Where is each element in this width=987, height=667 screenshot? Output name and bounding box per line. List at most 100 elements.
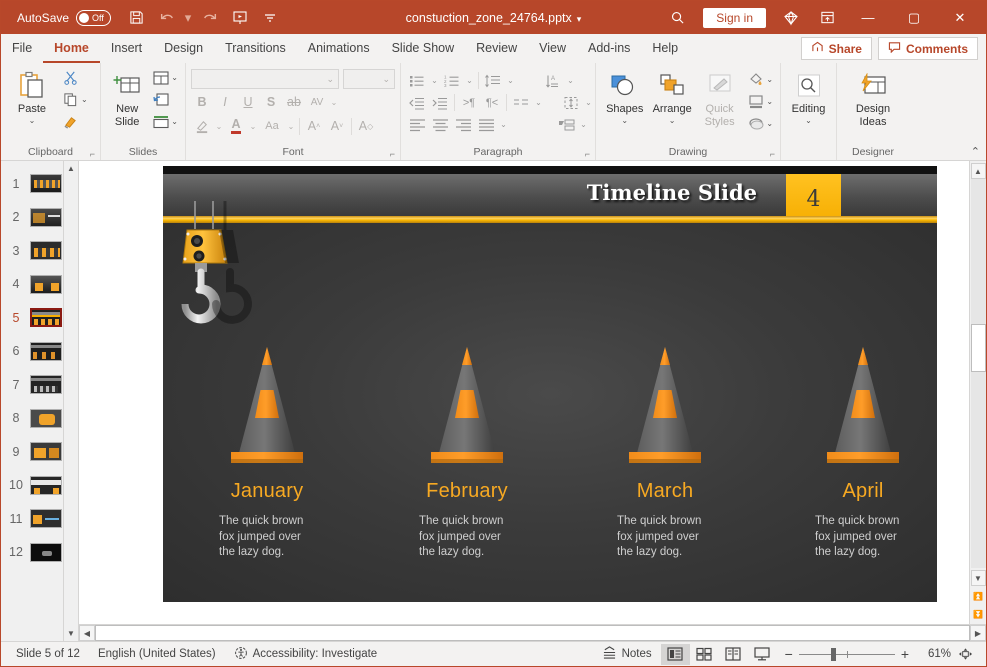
scroll-right-icon[interactable]: ▶ — [970, 625, 986, 641]
slide-canvas[interactable]: Timeline Slide 4 January The quick brown… — [79, 161, 969, 624]
zoom-track[interactable] — [798, 647, 895, 661]
font-size-input[interactable]: ⌄ — [343, 69, 395, 89]
underline-button[interactable]: U — [237, 91, 259, 113]
justify-icon[interactable] — [475, 114, 497, 135]
paragraph-dialog-launcher[interactable]: ⌐ — [585, 149, 590, 159]
language-indicator[interactable]: English (United States) — [89, 648, 225, 660]
font-name-input[interactable]: ⌄ — [191, 69, 339, 89]
close-button[interactable]: ✕ — [938, 2, 982, 34]
cut-button[interactable] — [60, 67, 90, 88]
scrollbar-thumb[interactable] — [970, 324, 986, 372]
change-case-button[interactable]: Aa — [259, 115, 285, 137]
slide-show-icon[interactable] — [748, 644, 777, 665]
tab-slide-show[interactable]: Slide Show — [381, 34, 466, 63]
timeline-column-2[interactable]: February The quick brown fox jumped over… — [383, 341, 551, 561]
italic-button[interactable]: I — [214, 91, 236, 113]
tab-transitions[interactable]: Transitions — [214, 34, 297, 63]
previous-slide-icon[interactable]: ⏫ — [971, 588, 986, 604]
search-icon[interactable] — [659, 2, 695, 34]
scrollbar-track[interactable] — [970, 179, 986, 568]
columns-dropdown-icon[interactable]: ⌄ — [533, 92, 544, 113]
scroll-up-icon[interactable]: ▲ — [970, 163, 986, 179]
collapse-ribbon-icon[interactable]: ⌃ — [971, 145, 980, 158]
text-highlight-icon[interactable] — [191, 115, 213, 137]
bold-button[interactable]: B — [191, 91, 213, 113]
undo-icon[interactable] — [153, 5, 180, 30]
slide-vertical-scrollbar[interactable]: ▲ ▼ ⏫ ⏬ — [969, 161, 986, 624]
reset-button[interactable] — [150, 89, 180, 110]
left-to-right-icon[interactable]: >¶ — [458, 92, 480, 113]
slide-position-indicator[interactable]: Slide 5 of 12 — [7, 648, 89, 660]
thumbnail-image[interactable] — [30, 542, 62, 562]
share-button[interactable]: Share — [800, 37, 872, 60]
start-presentation-icon[interactable] — [226, 5, 253, 30]
bullets-icon[interactable] — [406, 70, 428, 91]
change-case-dropdown-icon[interactable]: ⌄ — [286, 115, 296, 137]
decrease-indent-icon[interactable] — [406, 92, 428, 113]
text-direction-icon[interactable]: A — [542, 70, 564, 91]
font-color-button[interactable]: A — [225, 115, 247, 137]
thumbnail-image[interactable] — [30, 308, 62, 328]
tab-review[interactable]: Review — [465, 34, 528, 63]
zoom-handle[interactable] — [830, 647, 836, 661]
tab-insert[interactable]: Insert — [100, 34, 153, 63]
shape-effects-button[interactable]: ⌄ — [745, 113, 775, 134]
design-ideas-button[interactable]: Design Ideas — [844, 67, 902, 128]
tab-add-ins[interactable]: Add-ins — [577, 34, 641, 63]
copy-dropdown-icon[interactable]: ⌄ — [81, 95, 88, 104]
shape-outline-dropdown-icon[interactable]: ⌄ — [766, 97, 773, 106]
arrange-dropdown-icon[interactable]: ⌄ — [669, 116, 676, 125]
align-text-icon[interactable] — [560, 92, 582, 113]
scroll-left-icon[interactable]: ◀ — [79, 625, 95, 641]
smartart-dropdown-icon[interactable]: ⌄ — [578, 114, 589, 135]
clear-formatting-button[interactable]: A ◇ — [355, 115, 377, 137]
text-shadow-button[interactable]: S — [260, 91, 282, 113]
increase-indent-icon[interactable] — [429, 92, 451, 113]
decrease-font-size-button[interactable]: A ˅ — [326, 115, 348, 137]
scroll-down-icon[interactable]: ▼ — [970, 570, 986, 586]
scrollbar-thumb-horizontal[interactable] — [95, 625, 970, 641]
shapes-button[interactable]: Shapes ⌄ — [601, 67, 648, 125]
convert-to-smartart-icon[interactable] — [555, 114, 577, 135]
sign-in-button[interactable]: Sign in — [703, 7, 766, 28]
autosave-toggle[interactable]: AutoSave Off — [17, 9, 112, 26]
slide-content[interactable]: Timeline Slide 4 January The quick brown… — [163, 166, 937, 602]
zoom-in-button[interactable]: + — [901, 646, 909, 662]
timeline-column-4[interactable]: April The quick brown fox jumped over th… — [779, 341, 937, 561]
zoom-slider[interactable]: − + — [785, 646, 909, 662]
editing-button[interactable]: Editing ⌄ — [786, 67, 831, 125]
scroll-up-icon[interactable]: ▲ — [67, 164, 75, 173]
tab-animations[interactable]: Animations — [297, 34, 381, 63]
slide-title[interactable]: Timeline Slide — [587, 180, 757, 205]
character-spacing-button[interactable]: AV — [306, 91, 328, 113]
paste-dropdown-icon[interactable]: ⌄ — [29, 116, 36, 125]
tab-file[interactable]: File — [1, 34, 43, 63]
line-spacing-dropdown-icon[interactable]: ⌄ — [505, 70, 516, 91]
section-dropdown-icon[interactable]: ⌄ — [171, 117, 178, 126]
thumbnail-image[interactable] — [30, 274, 62, 294]
character-spacing-dropdown-icon[interactable]: ⌄ — [329, 91, 339, 113]
tab-home[interactable]: Home — [43, 34, 100, 63]
next-slide-icon[interactable]: ⏬ — [971, 606, 986, 622]
minimize-button[interactable]: — — [846, 2, 890, 34]
title-caret-icon[interactable]: ▾ — [577, 14, 582, 24]
bullets-dropdown-icon[interactable]: ⌄ — [429, 70, 440, 91]
thumbnail-image[interactable] — [30, 174, 62, 194]
quick-styles-button[interactable]: Quick Styles — [696, 67, 743, 128]
scroll-down-icon[interactable]: ▼ — [67, 629, 75, 638]
thumbnail-image[interactable] — [30, 341, 62, 361]
thumbnail-image[interactable] — [30, 375, 62, 395]
ribbon-display-options-icon[interactable] — [810, 2, 844, 34]
accessibility-indicator[interactable]: Accessibility: Investigate — [225, 646, 387, 663]
thumbnail-scrollbar[interactable]: ▲ ▼ — [63, 161, 78, 641]
zoom-level-label[interactable]: 61% — [917, 648, 951, 660]
tab-design[interactable]: Design — [153, 34, 214, 63]
microsoft-365-diamond-icon[interactable] — [774, 2, 808, 34]
slide-sorter-icon[interactable] — [690, 644, 719, 665]
justify-dropdown-icon[interactable]: ⌄ — [498, 114, 509, 135]
shape-fill-dropdown-icon[interactable]: ⌄ — [766, 75, 773, 84]
shape-effects-dropdown-icon[interactable]: ⌄ — [766, 119, 773, 128]
tab-view[interactable]: View — [528, 34, 577, 63]
layout-dropdown-icon[interactable]: ⌄ — [171, 73, 178, 82]
customize-quick-access-icon[interactable] — [256, 5, 283, 30]
